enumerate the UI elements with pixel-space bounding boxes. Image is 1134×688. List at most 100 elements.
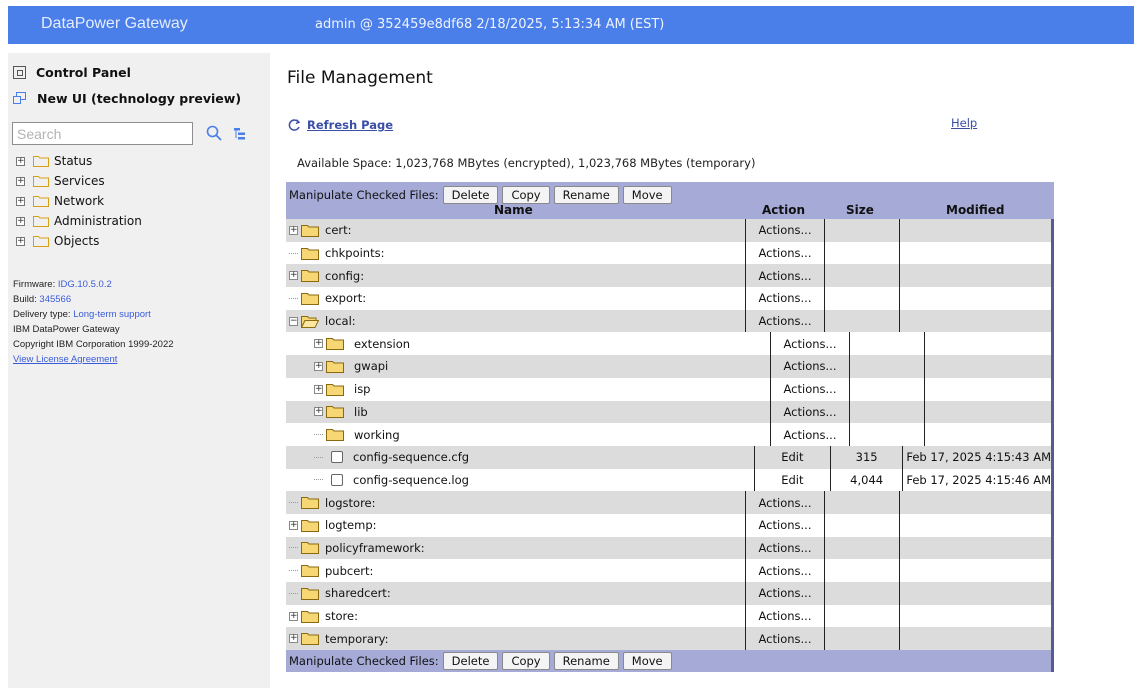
rename-button[interactable]: Rename	[553, 186, 619, 204]
table-row: + lib Actions...	[286, 400, 1051, 424]
copy-button[interactable]: Copy	[502, 186, 550, 204]
cell-name: logstore:	[286, 491, 745, 514]
action-link[interactable]: Actions...	[745, 513, 825, 537]
action-link[interactable]: Actions...	[745, 536, 825, 560]
folder-name[interactable]: export:	[325, 291, 366, 305]
expand-icon[interactable]: +	[16, 236, 25, 246]
folder-name[interactable]: policyframework:	[325, 541, 425, 555]
expand-icon[interactable]: +	[314, 361, 323, 371]
table-row: policyframework: Actions...	[286, 536, 1051, 560]
cell-name: chkpoints:	[286, 242, 745, 265]
folder-name[interactable]: temporary:	[325, 632, 388, 646]
expand-icon[interactable]: +	[16, 156, 25, 166]
action-link[interactable]: Actions...	[745, 264, 825, 288]
sidebar: Control Panel New UI (technology preview…	[8, 53, 270, 688]
action-link[interactable]: Actions...	[745, 582, 825, 605]
manipulate-label: Manipulate Checked Files:	[289, 188, 439, 202]
expand-icon[interactable]: +	[289, 520, 298, 530]
tree-connector	[314, 456, 323, 458]
table-row: config-sequence.log Edit 4,044 Feb 17, 2025…	[286, 468, 1051, 492]
nav-item-status[interactable]: + Status	[16, 151, 142, 171]
license-link[interactable]: View License Agreement	[13, 354, 117, 365]
expand-icon[interactable]: +	[289, 271, 298, 281]
expand-icon[interactable]: +	[289, 634, 298, 644]
nav-label: Administration	[54, 214, 142, 228]
file-name[interactable]: config-sequence.cfg	[353, 450, 469, 464]
action-link[interactable]: Actions...	[745, 309, 825, 333]
copy-button[interactable]: Copy	[502, 652, 550, 671]
folder-name[interactable]: lib	[354, 405, 368, 419]
expand-icon[interactable]: +	[314, 384, 323, 394]
folder-name[interactable]: logtemp:	[325, 518, 377, 532]
folder-icon	[301, 519, 319, 532]
folder-name[interactable]: pubcert:	[325, 564, 373, 578]
folder-name[interactable]: sharedcert:	[325, 586, 391, 600]
cell-size	[825, 627, 900, 651]
action-link[interactable]: Edit	[753, 445, 831, 469]
folder-name[interactable]: logstore:	[325, 496, 376, 510]
nav-item-network[interactable]: + Network	[16, 191, 142, 211]
expand-icon[interactable]: +	[289, 611, 298, 621]
search-input[interactable]	[12, 122, 193, 145]
action-link[interactable]: Actions...	[745, 219, 825, 242]
cell-size	[825, 491, 900, 514]
cell-name: + config:	[286, 264, 745, 287]
action-link[interactable]: Actions...	[770, 423, 850, 446]
refresh-link[interactable]: Refresh Page	[288, 118, 393, 132]
new-ui-link[interactable]: New UI (technology preview)	[13, 91, 241, 106]
delete-button[interactable]: Delete	[442, 652, 499, 671]
folder-name[interactable]: cert:	[325, 223, 352, 237]
folder-name[interactable]: working	[354, 428, 400, 442]
action-link[interactable]: Edit	[753, 468, 831, 492]
folder-name[interactable]: config:	[325, 269, 364, 283]
table-row: logstore: Actions...	[286, 491, 1051, 514]
expand-icon[interactable]: +	[289, 225, 298, 235]
nav-item-administration[interactable]: + Administration	[16, 211, 142, 231]
firmware-line: Firmware: IDG.10.5.0.2	[13, 279, 112, 290]
delete-button[interactable]: Delete	[442, 186, 499, 204]
folder-name[interactable]: store:	[325, 609, 358, 623]
folder-name[interactable]: gwapi	[354, 359, 388, 373]
nav-label: Services	[54, 174, 105, 188]
collapse-icon[interactable]: −	[289, 316, 298, 326]
expand-icon[interactable]: +	[16, 196, 25, 206]
action-link[interactable]: Actions...	[770, 377, 850, 401]
help-link[interactable]: Help	[951, 116, 977, 130]
search-icon[interactable]	[205, 124, 223, 142]
tree-view-icon[interactable]	[233, 127, 247, 141]
expand-icon[interactable]: +	[314, 407, 323, 417]
tree-connector	[289, 252, 298, 254]
action-link[interactable]: Actions...	[745, 559, 825, 582]
file-checkbox[interactable]	[331, 451, 343, 464]
action-link[interactable]: Actions...	[770, 355, 850, 378]
tree-connector	[314, 479, 323, 481]
folder-name[interactable]: local:	[325, 314, 356, 328]
column-modified: Modified	[946, 203, 1005, 217]
action-link[interactable]: Actions...	[745, 287, 825, 310]
move-button[interactable]: Move	[622, 652, 672, 671]
folder-name[interactable]: extension	[354, 337, 410, 351]
folder-name[interactable]: isp	[354, 382, 371, 396]
expand-icon[interactable]: +	[16, 216, 25, 226]
new-ui-icon	[13, 92, 27, 105]
rename-button[interactable]: Rename	[553, 652, 619, 671]
table-row: + temporary: Actions...	[286, 627, 1051, 651]
action-link[interactable]: Actions...	[745, 241, 825, 265]
file-name[interactable]: config-sequence.log	[353, 473, 469, 487]
expand-icon[interactable]: +	[314, 339, 323, 349]
move-button[interactable]: Move	[622, 186, 672, 204]
folder-icon	[301, 292, 319, 305]
file-checkbox[interactable]	[331, 473, 343, 486]
action-link[interactable]: Actions...	[770, 332, 850, 356]
nav-item-objects[interactable]: + Objects	[16, 231, 142, 251]
nav-item-services[interactable]: + Services	[16, 171, 142, 191]
action-link[interactable]: Actions...	[770, 400, 850, 424]
folder-name[interactable]: chkpoints:	[325, 246, 384, 260]
action-link[interactable]: Actions...	[745, 627, 825, 651]
expand-icon[interactable]: +	[16, 176, 25, 186]
control-panel-link[interactable]: Control Panel	[13, 65, 131, 80]
cell-modified	[900, 264, 1051, 287]
action-link[interactable]: Actions...	[745, 491, 825, 514]
refresh-label[interactable]: Refresh Page	[307, 118, 393, 132]
action-link[interactable]: Actions...	[745, 604, 825, 628]
